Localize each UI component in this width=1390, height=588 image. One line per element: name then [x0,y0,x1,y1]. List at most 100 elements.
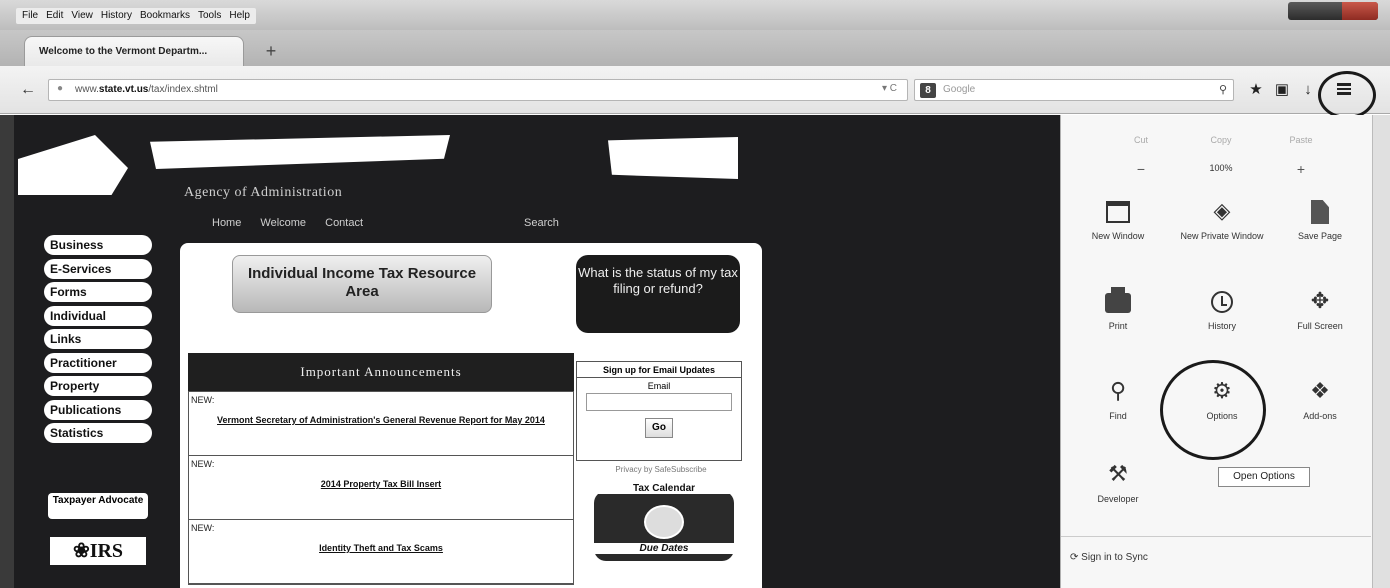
announcement-link[interactable]: Vermont Secretary of Administration's Ge… [193,414,569,426]
side-nav-links[interactable]: Links [44,329,152,349]
sign-in-sync-button[interactable]: ⟳ Sign in to Sync [1070,552,1148,563]
magnifier-icon: ⚲ [1109,378,1127,403]
side-nav-practitioner[interactable]: Practitioner [44,352,152,373]
menu-tools[interactable]: Tools [198,8,221,24]
search-engine-icon[interactable]: 8 [920,83,936,98]
announcements-header: Important Announcements [188,353,574,391]
side-nav-statistics[interactable]: Statistics [44,423,152,443]
save-page-label: Save Page [1297,231,1343,241]
menu-bookmarks[interactable]: Bookmarks [140,8,190,24]
announcement-link[interactable]: 2014 Property Tax Bill Insert [193,478,569,490]
tab-strip: Welcome to the Vermont Departm... + [0,30,1390,66]
download-icon[interactable]: ↓ [1298,80,1318,100]
search-icon[interactable]: ⚲ [1219,83,1227,96]
tax-calendar-button[interactable]: Tax Calendar Due Dates [594,483,734,561]
announcement-item: NEW: Identity Theft and Tax Scams [189,520,573,584]
side-nav-property[interactable]: Property [44,376,152,396]
url-prefix: www. [75,84,99,95]
announcement-item: NEW: 2014 Property Tax Bill Insert [189,456,573,520]
history-button[interactable]: History [1177,287,1267,347]
side-nav-publications[interactable]: Publications [44,399,152,420]
print-label: Print [1108,321,1128,331]
addons-label: Add-ons [1303,411,1337,421]
redacted-banner [150,135,450,169]
redacted-logo [18,135,128,195]
back-arrow-icon[interactable]: ← [20,80,40,100]
history-label: History [1207,321,1236,331]
irs-logo[interactable]: ❀IRS [50,537,146,565]
printer-icon [1073,287,1163,315]
powered-by-text: Privacy by SafeSubscribe [615,465,707,474]
site-search-link[interactable]: Search [524,217,559,229]
private-window-button[interactable]: ◈ New Private Window [1177,197,1267,257]
new-window-label: New Window [1091,231,1145,241]
wrench-icon: ⚒ [1108,461,1128,486]
menu-view[interactable]: View [71,8,93,24]
nav-welcome-link[interactable]: Welcome [260,217,306,229]
nav-home-link[interactable]: Home [212,217,241,229]
panel-scrollbar[interactable] [1372,115,1390,588]
edit-controls: Cut Copy Paste − 100% + [1061,135,1381,185]
url-bar[interactable]: ● www.state.vt.us/tax/index.shtml ▾ C [48,79,908,101]
top-nav: Home Welcome Contact [212,217,379,229]
url-domain: state.vt.us [98,84,149,95]
developer-button[interactable]: ⚒ Developer [1073,460,1163,520]
zoom-reset-button[interactable]: 100% [1181,163,1261,173]
menu-items: File Edit View History Bookmarks Tools H… [16,8,256,24]
menu-edit[interactable]: Edit [46,8,63,24]
nav-contact-link[interactable]: Contact [325,217,363,229]
full-screen-button[interactable]: ✥ Full Screen [1275,287,1365,347]
fullscreen-icon: ✥ [1310,288,1330,313]
side-nav-individual[interactable]: Individual [44,305,152,326]
highlight-circle-menu [1318,71,1376,119]
search-bar[interactable]: 8 Google ⚲ [914,79,1234,101]
site-identity-icon[interactable]: ● [57,83,63,94]
save-page-button[interactable]: Save Page [1275,197,1365,257]
bookmark-star-icon[interactable]: ★ [1246,80,1266,100]
search-placeholder: Google [943,84,976,95]
print-button[interactable]: Print [1073,287,1163,347]
highlight-circle-options [1160,360,1266,460]
side-nav: Business E-Services Forms Individual Lin… [44,235,168,447]
announcement-new-tag: NEW: [191,459,215,469]
reload-icon[interactable]: ▾ C [882,83,897,94]
new-tab-button[interactable]: + [262,42,280,60]
irs-label: IRS [89,540,124,562]
clock-icon [1177,287,1267,315]
due-dates-label: Due Dates [594,543,734,554]
copy-label[interactable]: Copy [1181,135,1261,145]
menu-file[interactable]: File [22,8,38,24]
new-window-button[interactable]: New Window [1073,197,1163,257]
email-input[interactable] [586,393,732,411]
sync-label: Sign in to Sync [1081,552,1148,563]
side-nav-forms[interactable]: Forms [44,282,152,302]
announcement-new-tag: NEW: [191,395,215,405]
refund-status-button[interactable]: What is the status of my tax filing or r… [576,255,740,333]
url-path: /tax/index.shtml [148,84,218,95]
close-window-button[interactable] [1342,2,1378,20]
paste-label[interactable]: Paste [1261,135,1341,145]
find-button[interactable]: ⚲ Find [1073,377,1163,437]
email-label: Email [647,381,671,391]
taxpayer-advocate-button[interactable]: Taxpayer Advocate [48,493,148,519]
side-nav-business[interactable]: Business [44,235,152,255]
go-button[interactable]: Go [645,418,673,438]
window-controls[interactable] [1288,2,1378,20]
pocket-icon[interactable]: ▣ [1272,80,1292,100]
announcement-new-tag: NEW: [191,523,215,533]
cut-label[interactable]: Cut [1101,135,1181,145]
tab-vermont-department[interactable]: Welcome to the Vermont Departm... [24,36,244,66]
menu-history[interactable]: History [101,8,132,24]
private-window-label: New Private Window [1180,231,1264,241]
full-screen-label: Full Screen [1297,321,1343,331]
resource-area-title: Individual Income Tax Resource Area [232,255,492,313]
navigation-toolbar: ← ● www.state.vt.us/tax/index.shtml ▾ C … [0,66,1390,114]
side-nav-e-services[interactable]: E-Services [44,258,152,279]
menu-help[interactable]: Help [229,8,250,24]
addons-button[interactable]: ❖ Add-ons [1275,377,1365,437]
page-icon [1275,197,1365,225]
announcement-link[interactable]: Identity Theft and Tax Scams [193,542,569,554]
zoom-in-button[interactable]: + [1261,161,1341,177]
url-text: www.state.vt.us/tax/index.shtml [75,84,218,95]
zoom-out-button[interactable]: − [1101,161,1181,177]
